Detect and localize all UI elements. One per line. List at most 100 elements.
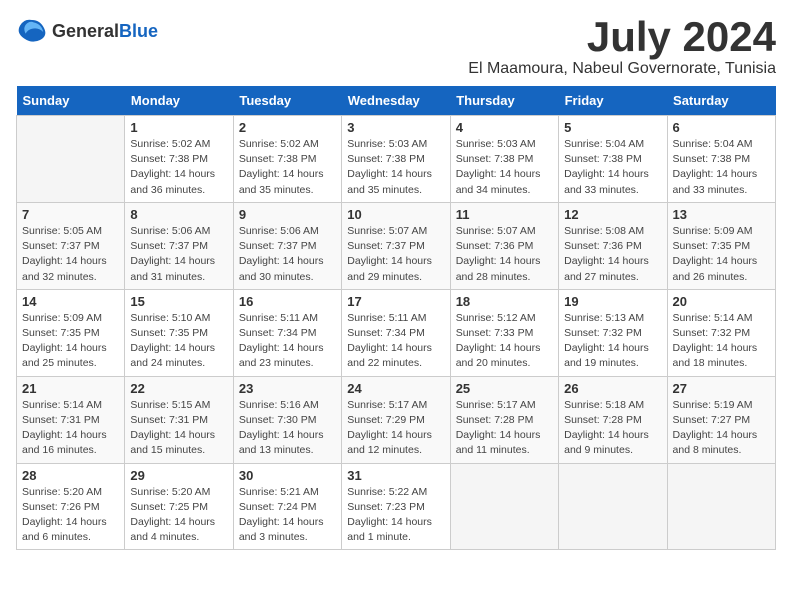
week-row-4: 21 Sunrise: 5:14 AM Sunset: 7:31 PM Dayli…	[17, 376, 776, 463]
header-day-wednesday: Wednesday	[342, 86, 450, 116]
calendar-cell	[450, 463, 558, 550]
header-day-thursday: Thursday	[450, 86, 558, 116]
day-number: 14	[22, 294, 119, 309]
day-number: 9	[239, 207, 336, 222]
day-detail: Sunrise: 5:03 AM Sunset: 7:38 PM Dayligh…	[456, 137, 553, 198]
day-number: 18	[456, 294, 553, 309]
day-number: 23	[239, 381, 336, 396]
day-detail: Sunrise: 5:05 AM Sunset: 7:37 PM Dayligh…	[22, 224, 119, 285]
calendar-cell: 10Sunrise: 5:07 AM Sunset: 7:37 PM Dayli…	[342, 202, 450, 289]
logo: GeneralBlue	[16, 16, 158, 48]
day-detail: Sunrise: 5:08 AM Sunset: 7:36 PM Dayligh…	[564, 224, 661, 285]
day-number: 28	[22, 468, 119, 483]
calendar-cell: 27 Sunrise: 5:19 AM Sunset: 7:27 PM Dayli…	[667, 376, 775, 463]
day-number: 7	[22, 207, 119, 222]
calendar-cell	[17, 116, 125, 203]
day-number: 2	[239, 120, 336, 135]
calendar-cell: 4 Sunrise: 5:03 AM Sunset: 7:38 PM Daylig…	[450, 116, 558, 203]
calendar-header: SundayMondayTuesdayWednesdayThursdayFrid…	[17, 86, 776, 116]
day-detail: Sunrise: 5:16 AM Sunset: 7:30 PM Dayligh…	[239, 398, 336, 459]
day-detail: Sunrise: 5:21 AM Sunset: 7:24 PM Dayligh…	[239, 485, 336, 546]
day-number: 29	[130, 468, 227, 483]
day-number: 10	[347, 207, 444, 222]
location-subtitle: El Maamoura, Nabeul Governorate, Tunisia	[468, 60, 776, 78]
calendar-cell: 23 Sunrise: 5:16 AM Sunset: 7:30 PM Dayli…	[233, 376, 341, 463]
week-row-3: 14Sunrise: 5:09 AM Sunset: 7:35 PM Dayli…	[17, 289, 776, 376]
day-detail: Sunrise: 5:17 AM Sunset: 7:29 PM Dayligh…	[347, 398, 444, 459]
day-number: 22	[130, 381, 227, 396]
day-number: 12	[564, 207, 661, 222]
day-detail: Sunrise: 5:19 AM Sunset: 7:27 PM Dayligh…	[673, 398, 770, 459]
calendar-cell: 1 Sunrise: 5:02 AM Sunset: 7:38 PM Daylig…	[125, 116, 233, 203]
header-row: SundayMondayTuesdayWednesdayThursdayFrid…	[17, 86, 776, 116]
day-detail: Sunrise: 5:07 AM Sunset: 7:36 PM Dayligh…	[456, 224, 553, 285]
logo-icon	[16, 16, 48, 48]
day-detail: Sunrise: 5:11 AM Sunset: 7:34 PM Dayligh…	[239, 311, 336, 372]
calendar-cell: 9 Sunrise: 5:06 AM Sunset: 7:37 PM Daylig…	[233, 202, 341, 289]
header-day-monday: Monday	[125, 86, 233, 116]
day-detail: Sunrise: 5:14 AM Sunset: 7:32 PM Dayligh…	[673, 311, 770, 372]
week-row-2: 7 Sunrise: 5:05 AM Sunset: 7:37 PM Daylig…	[17, 202, 776, 289]
day-number: 8	[130, 207, 227, 222]
day-detail: Sunrise: 5:04 AM Sunset: 7:38 PM Dayligh…	[564, 137, 661, 198]
header-day-friday: Friday	[559, 86, 667, 116]
calendar-cell: 28 Sunrise: 5:20 AM Sunset: 7:26 PM Dayli…	[17, 463, 125, 550]
header-day-sunday: Sunday	[17, 86, 125, 116]
calendar-cell: 6 Sunrise: 5:04 AM Sunset: 7:38 PM Daylig…	[667, 116, 775, 203]
day-number: 3	[347, 120, 444, 135]
calendar-cell: 19Sunrise: 5:13 AM Sunset: 7:32 PM Dayli…	[559, 289, 667, 376]
day-detail: Sunrise: 5:17 AM Sunset: 7:28 PM Dayligh…	[456, 398, 553, 459]
day-detail: Sunrise: 5:13 AM Sunset: 7:32 PM Dayligh…	[564, 311, 661, 372]
day-number: 21	[22, 381, 119, 396]
day-detail: Sunrise: 5:10 AM Sunset: 7:35 PM Dayligh…	[130, 311, 227, 372]
day-detail: Sunrise: 5:22 AM Sunset: 7:23 PM Dayligh…	[347, 485, 444, 546]
day-number: 13	[673, 207, 770, 222]
calendar-cell: 13Sunrise: 5:09 AM Sunset: 7:35 PM Dayli…	[667, 202, 775, 289]
day-number: 17	[347, 294, 444, 309]
calendar-cell	[667, 463, 775, 550]
day-number: 6	[673, 120, 770, 135]
calendar-cell: 25 Sunrise: 5:17 AM Sunset: 7:28 PM Dayli…	[450, 376, 558, 463]
day-detail: Sunrise: 5:18 AM Sunset: 7:28 PM Dayligh…	[564, 398, 661, 459]
calendar-cell	[559, 463, 667, 550]
day-detail: Sunrise: 5:12 AM Sunset: 7:33 PM Dayligh…	[456, 311, 553, 372]
calendar-cell: 11 Sunrise: 5:07 AM Sunset: 7:36 PM Dayli…	[450, 202, 558, 289]
day-number: 1	[130, 120, 227, 135]
day-detail: Sunrise: 5:06 AM Sunset: 7:37 PM Dayligh…	[130, 224, 227, 285]
calendar-cell: 5Sunrise: 5:04 AM Sunset: 7:38 PM Daylig…	[559, 116, 667, 203]
header-day-tuesday: Tuesday	[233, 86, 341, 116]
calendar-cell: 3Sunrise: 5:03 AM Sunset: 7:38 PM Daylig…	[342, 116, 450, 203]
calendar-cell: 8 Sunrise: 5:06 AM Sunset: 7:37 PM Daylig…	[125, 202, 233, 289]
week-row-5: 28 Sunrise: 5:20 AM Sunset: 7:26 PM Dayli…	[17, 463, 776, 550]
day-number: 15	[130, 294, 227, 309]
day-detail: Sunrise: 5:04 AM Sunset: 7:38 PM Dayligh…	[673, 137, 770, 198]
header-day-saturday: Saturday	[667, 86, 775, 116]
day-number: 24	[347, 381, 444, 396]
calendar-cell: 20Sunrise: 5:14 AM Sunset: 7:32 PM Dayli…	[667, 289, 775, 376]
logo-text: GeneralBlue	[52, 22, 158, 42]
day-number: 26	[564, 381, 661, 396]
calendar-cell: 26 Sunrise: 5:18 AM Sunset: 7:28 PM Dayli…	[559, 376, 667, 463]
day-number: 31	[347, 468, 444, 483]
day-detail: Sunrise: 5:11 AM Sunset: 7:34 PM Dayligh…	[347, 311, 444, 372]
calendar-cell: 16Sunrise: 5:11 AM Sunset: 7:34 PM Dayli…	[233, 289, 341, 376]
day-number: 30	[239, 468, 336, 483]
day-number: 27	[673, 381, 770, 396]
calendar-cell: 29Sunrise: 5:20 AM Sunset: 7:25 PM Dayli…	[125, 463, 233, 550]
calendar-cell: 17 Sunrise: 5:11 AM Sunset: 7:34 PM Dayli…	[342, 289, 450, 376]
day-number: 4	[456, 120, 553, 135]
day-detail: Sunrise: 5:15 AM Sunset: 7:31 PM Dayligh…	[130, 398, 227, 459]
calendar-cell: 21 Sunrise: 5:14 AM Sunset: 7:31 PM Dayli…	[17, 376, 125, 463]
day-detail: Sunrise: 5:06 AM Sunset: 7:37 PM Dayligh…	[239, 224, 336, 285]
day-detail: Sunrise: 5:20 AM Sunset: 7:26 PM Dayligh…	[22, 485, 119, 546]
day-number: 25	[456, 381, 553, 396]
calendar-cell: 22 Sunrise: 5:15 AM Sunset: 7:31 PM Dayli…	[125, 376, 233, 463]
calendar-cell: 31 Sunrise: 5:22 AM Sunset: 7:23 PM Dayli…	[342, 463, 450, 550]
day-number: 11	[456, 207, 553, 222]
week-row-1: 1 Sunrise: 5:02 AM Sunset: 7:38 PM Daylig…	[17, 116, 776, 203]
calendar-cell: 30 Sunrise: 5:21 AM Sunset: 7:24 PM Dayli…	[233, 463, 341, 550]
day-detail: Sunrise: 5:02 AM Sunset: 7:38 PM Dayligh…	[130, 137, 227, 198]
calendar-body: 1 Sunrise: 5:02 AM Sunset: 7:38 PM Daylig…	[17, 116, 776, 550]
calendar-cell: 12 Sunrise: 5:08 AM Sunset: 7:36 PM Dayli…	[559, 202, 667, 289]
day-detail: Sunrise: 5:14 AM Sunset: 7:31 PM Dayligh…	[22, 398, 119, 459]
